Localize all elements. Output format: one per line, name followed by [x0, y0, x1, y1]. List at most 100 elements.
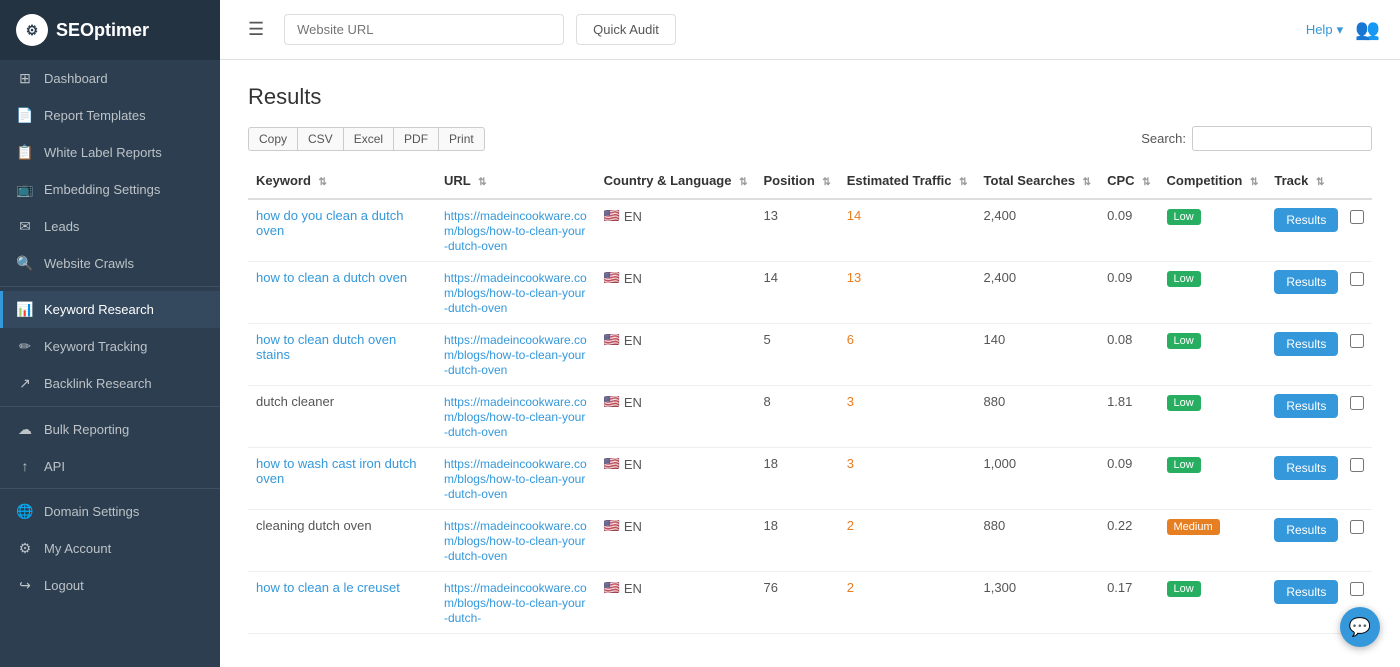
col-header-track[interactable]: Track ⇅ — [1266, 163, 1372, 199]
sidebar-item-dashboard[interactable]: ⊞ Dashboard — [0, 60, 220, 97]
cell-position-3: 8 — [755, 386, 838, 448]
sidebar-item-api[interactable]: ↑ API — [0, 448, 220, 484]
results-button-6[interactable]: Results — [1274, 580, 1338, 604]
cell-country-6: 🇺🇸EN — [596, 572, 756, 634]
topbar: ☰ Quick Audit Help ▾ 👥 — [220, 0, 1400, 60]
results-button-3[interactable]: Results — [1274, 394, 1338, 418]
cell-competition-0: Low — [1159, 199, 1267, 262]
results-button-4[interactable]: Results — [1274, 456, 1338, 480]
report-templates-icon: 📄 — [16, 107, 34, 124]
col-header-traffic[interactable]: Estimated Traffic ⇅ — [839, 163, 976, 199]
results-button-1[interactable]: Results — [1274, 270, 1338, 294]
cell-url-1: https://madeincookware.com/blogs/how-to-… — [436, 262, 596, 324]
sidebar-item-embedding-settings[interactable]: 📺 Embedding Settings — [0, 171, 220, 208]
sort-icon-searches: ⇅ — [1083, 177, 1091, 188]
keyword-link-1[interactable]: how to clean a dutch oven — [256, 270, 407, 285]
track-checkbox-0[interactable] — [1350, 210, 1364, 224]
hamburger-button[interactable]: ☰ — [240, 15, 272, 44]
col-header-position[interactable]: Position ⇅ — [755, 163, 838, 199]
sidebar-item-white-label-reports[interactable]: 📋 White Label Reports — [0, 134, 220, 171]
col-header-cpc[interactable]: CPC ⇅ — [1099, 163, 1158, 199]
export-copy-button[interactable]: Copy — [248, 127, 297, 151]
website-url-input[interactable] — [284, 14, 564, 45]
export-pdf-button[interactable]: PDF — [393, 127, 438, 151]
col-header-competition[interactable]: Competition ⇅ — [1159, 163, 1267, 199]
keyword-tracking-icon: ✏ — [16, 338, 34, 355]
cell-traffic-2: 6 — [839, 324, 976, 386]
cell-position-0: 13 — [755, 199, 838, 262]
cell-country-5: 🇺🇸EN — [596, 510, 756, 572]
cell-url-2: https://madeincookware.com/blogs/how-to-… — [436, 324, 596, 386]
cell-traffic-0: 14 — [839, 199, 976, 262]
cell-url-4: https://madeincookware.com/blogs/how-to-… — [436, 448, 596, 510]
results-button-2[interactable]: Results — [1274, 332, 1338, 356]
sidebar-item-bulk-reporting[interactable]: ☁ Bulk Reporting — [0, 411, 220, 448]
table-row: dutch cleanerhttps://madeincookware.com/… — [248, 386, 1372, 448]
cell-keyword-4: how to wash cast iron dutch oven — [248, 448, 436, 510]
sidebar-item-website-crawls[interactable]: 🔍 Website Crawls — [0, 245, 220, 282]
keyword-link-6[interactable]: how to clean a le creuset — [256, 580, 400, 595]
user-icon-button[interactable]: 👥 — [1355, 17, 1380, 42]
track-checkbox-3[interactable] — [1350, 396, 1364, 410]
app-name: SEOptimer — [56, 20, 149, 41]
table-controls: CopyCSVExcelPDFPrint Search: — [248, 126, 1372, 151]
cell-track-1: Results — [1266, 262, 1372, 324]
cell-searches-3: 880 — [976, 386, 1100, 448]
help-button[interactable]: Help ▾ — [1306, 22, 1343, 38]
export-print-button[interactable]: Print — [438, 127, 485, 151]
quick-audit-button[interactable]: Quick Audit — [576, 14, 676, 45]
keyword-link-2[interactable]: how to clean dutch oven stains — [256, 332, 396, 362]
table-search-input[interactable] — [1192, 126, 1372, 151]
col-header-keyword[interactable]: Keyword ⇅ — [248, 163, 436, 199]
cell-cpc-2: 0.08 — [1099, 324, 1158, 386]
results-button-5[interactable]: Results — [1274, 518, 1338, 542]
track-checkbox-2[interactable] — [1350, 334, 1364, 348]
col-header-searches[interactable]: Total Searches ⇅ — [976, 163, 1100, 199]
track-checkbox-5[interactable] — [1350, 520, 1364, 534]
track-checkbox-1[interactable] — [1350, 272, 1364, 286]
sidebar-item-report-templates[interactable]: 📄 Report Templates — [0, 97, 220, 134]
competition-badge-5: Medium — [1167, 519, 1220, 535]
export-excel-button[interactable]: Excel — [343, 127, 393, 151]
cell-track-3: Results — [1266, 386, 1372, 448]
sidebar-label-leads: Leads — [44, 219, 79, 234]
cell-keyword-6: how to clean a le creuset — [248, 572, 436, 634]
cell-cpc-4: 0.09 — [1099, 448, 1158, 510]
cell-keyword-0: how do you clean a dutch oven — [248, 199, 436, 262]
dashboard-icon: ⊞ — [16, 70, 34, 87]
sidebar-item-my-account[interactable]: ⚙ My Account — [0, 530, 220, 567]
sidebar-item-backlink-research[interactable]: ↗ Backlink Research — [0, 365, 220, 402]
cell-track-5: Results — [1266, 510, 1372, 572]
sidebar-item-leads[interactable]: ✉ Leads — [0, 208, 220, 245]
sidebar-item-keyword-research[interactable]: 📊 Keyword Research — [0, 291, 220, 328]
track-checkbox-4[interactable] — [1350, 458, 1364, 472]
cell-searches-0: 2,400 — [976, 199, 1100, 262]
my-account-icon: ⚙ — [16, 540, 34, 557]
domain-settings-icon: 🌐 — [16, 503, 34, 520]
sidebar-item-logout[interactable]: ↪ Logout — [0, 567, 220, 604]
cell-competition-3: Low — [1159, 386, 1267, 448]
language-3: EN — [624, 395, 642, 410]
cell-keyword-2: how to clean dutch oven stains — [248, 324, 436, 386]
competition-badge-1: Low — [1167, 271, 1201, 287]
keyword-link-4[interactable]: how to wash cast iron dutch oven — [256, 456, 416, 486]
col-header-url[interactable]: URL ⇅ — [436, 163, 596, 199]
cell-competition-4: Low — [1159, 448, 1267, 510]
col-header-country[interactable]: Country & Language ⇅ — [596, 163, 756, 199]
url-text-5: https://madeincookware.com/blogs/how-to-… — [444, 519, 587, 563]
sidebar-item-keyword-tracking[interactable]: ✏ Keyword Tracking — [0, 328, 220, 365]
sidebar-item-domain-settings[interactable]: 🌐 Domain Settings — [0, 493, 220, 530]
export-csv-button[interactable]: CSV — [297, 127, 343, 151]
results-button-0[interactable]: Results — [1274, 208, 1338, 232]
cell-keyword-1: how to clean a dutch oven — [248, 262, 436, 324]
cell-country-0: 🇺🇸EN — [596, 199, 756, 262]
url-text-6: https://madeincookware.com/blogs/how-to-… — [444, 581, 587, 625]
keyword-link-0[interactable]: how do you clean a dutch oven — [256, 208, 403, 238]
sort-icon-country: ⇅ — [739, 177, 747, 188]
url-text-0: https://madeincookware.com/blogs/how-to-… — [444, 209, 587, 253]
chat-bubble-button[interactable]: 💬 — [1340, 607, 1380, 647]
cell-traffic-3: 3 — [839, 386, 976, 448]
track-checkbox-6[interactable] — [1350, 582, 1364, 596]
table-body: how do you clean a dutch oven https://mad… — [248, 199, 1372, 634]
competition-badge-4: Low — [1167, 457, 1201, 473]
